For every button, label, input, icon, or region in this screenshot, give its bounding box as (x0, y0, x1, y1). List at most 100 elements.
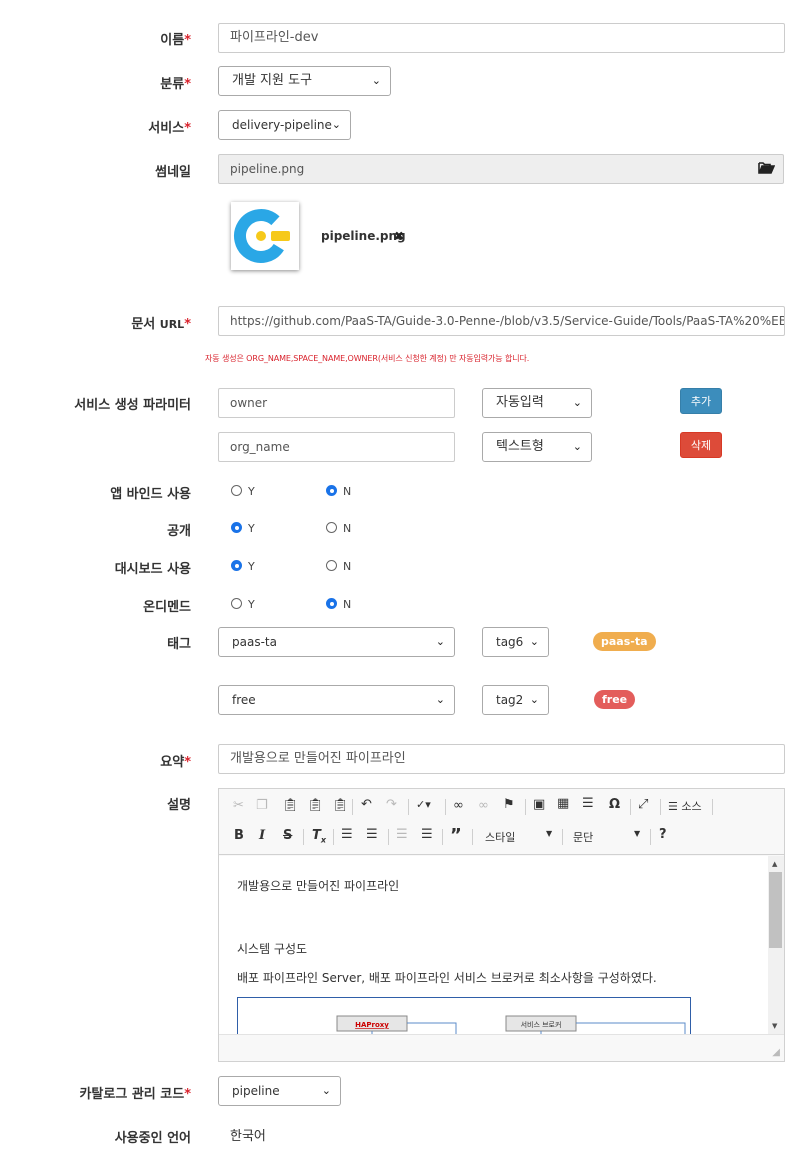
radio-circle (326, 598, 337, 609)
language-label: 사용중인 언어 (115, 1127, 191, 1146)
ondemand-label-text: 온디멘드 (143, 600, 191, 615)
tag-select-value: paas-ta (232, 635, 277, 649)
toolbar-separator (660, 799, 661, 815)
editor-content[interactable]: 개발용으로 만들어진 파이프라인 시스템 구성도 배포 파이프라인 Server… (219, 856, 768, 1034)
folder-open-icon[interactable] (749, 154, 784, 184)
summary-label-text: 요약 (160, 755, 185, 770)
doc-url-label: 문서 URL* (131, 313, 191, 332)
resize-handle-icon[interactable]: ◢ (772, 1047, 780, 1058)
ondemand-radio-yes[interactable]: Y (231, 598, 255, 611)
dashboard-radio-yes[interactable]: Y (231, 560, 255, 573)
cut-icon[interactable]: ✂ (233, 798, 244, 813)
tag-color-select[interactable]: tag2 ⌄ (482, 685, 549, 715)
toolbar-separator (472, 829, 473, 845)
required-mark: * (184, 121, 191, 136)
rich-text-editor[interactable]: ✂ ❐ 📋︎ 📋︎ 📋︎ ↶ ↷ ✓▾ ∞ ∞ ⚑ ▣ ▦ ☰ Ω ⤢ ☰ 소스… (218, 788, 785, 1062)
scrollbar-thumb[interactable] (769, 872, 782, 948)
chevron-down-icon: ⌄ (321, 1084, 331, 1097)
param-type-value: 자동입력 (496, 395, 544, 410)
dashboard-radio-no[interactable]: N (326, 560, 351, 573)
remove-format-icon[interactable]: Tx (312, 828, 326, 845)
anchor-flag-icon[interactable]: ⚑ (503, 797, 515, 812)
service-select[interactable]: delivery-pipeline ⌄ (218, 110, 351, 140)
copy-icon[interactable]: ❐ (256, 798, 268, 813)
name-label: 이름* (160, 29, 191, 48)
param-name-input[interactable]: org_name (218, 432, 455, 462)
ondemand-radio-no[interactable]: N (326, 598, 351, 611)
redo-icon[interactable]: ↷ (386, 797, 397, 812)
paste-text-icon[interactable]: 📋︎ (307, 798, 324, 813)
strikethrough-icon[interactable]: S (283, 828, 292, 843)
outdent-icon[interactable]: ☰ (396, 827, 408, 842)
doc-url-input[interactable]: https://github.com/PaaS-TA/Guide-3.0-Pen… (218, 306, 785, 336)
bold-icon[interactable]: B (234, 828, 244, 843)
param-name-input[interactable]: owner (218, 388, 455, 418)
italic-icon[interactable]: I (259, 828, 265, 843)
editor-footer: ◢ (219, 1034, 784, 1061)
bulleted-list-icon[interactable]: ☰ (366, 827, 378, 842)
tag-select[interactable]: free ⌄ (218, 685, 455, 715)
param-type-select[interactable]: 자동입력 ⌄ (482, 388, 592, 418)
paste-icon[interactable]: 📋︎ (282, 798, 299, 813)
radio-label: Y (248, 598, 255, 611)
thumbnail-label-text: 썸네일 (155, 165, 191, 180)
style-dropdown[interactable]: 스타일 (485, 829, 515, 845)
description-label-text: 설명 (167, 798, 191, 813)
app-bind-radio-yes[interactable]: Y (231, 485, 255, 498)
add-param-button[interactable]: 추가 (680, 388, 722, 414)
name-label-text: 이름 (160, 33, 185, 48)
delete-param-button[interactable]: 삭제 (680, 432, 722, 458)
public-radio-no[interactable]: N (326, 522, 351, 535)
image-icon[interactable]: ▣ (533, 797, 545, 812)
link-icon[interactable]: ∞ (453, 798, 464, 813)
tag-badge: free (594, 690, 636, 709)
category-select-value: 개발 지원 도구 (232, 73, 313, 88)
scroll-down-icon[interactable]: ▼ (772, 1022, 777, 1030)
remove-thumbnail-icon[interactable]: ✖ (394, 229, 404, 243)
ondemand-label: 온디멘드 (143, 596, 191, 615)
diagram-box-haproxy: HAProxy (355, 1021, 389, 1029)
param-type-select[interactable]: 텍스트형 ⌄ (482, 432, 592, 462)
tag-color-select[interactable]: tag6 ⌄ (482, 627, 549, 657)
numbered-list-icon[interactable]: ☰ (341, 827, 353, 842)
special-char-icon[interactable]: Ω (609, 797, 620, 812)
spellcheck-icon[interactable]: ✓▾ (416, 798, 431, 811)
name-input[interactable]: 파이프라인-dev (218, 23, 785, 53)
table-icon[interactable]: ▦ (557, 796, 569, 811)
doc-url-help-text: 자동 생성은 ORG_NAME,SPACE_NAME,OWNER(서비스 신청한… (205, 354, 530, 363)
required-mark: * (184, 1087, 191, 1102)
indent-icon[interactable]: ☰ (421, 827, 433, 842)
toolbar-separator (442, 829, 443, 845)
catalog-code-label: 카탈로그 관리 코드* (79, 1083, 191, 1102)
app-bind-radio-no[interactable]: N (326, 485, 351, 498)
dashboard-label-text: 대시보드 사용 (114, 562, 191, 577)
paste-word-icon[interactable]: 📋︎ (332, 798, 349, 813)
source-button[interactable]: ☰ 소스 (668, 798, 702, 814)
tag-badge: paas-ta (593, 632, 656, 651)
service-label: 서비스* (148, 117, 191, 136)
language-value: 한국어 (230, 1129, 266, 1144)
help-icon[interactable]: ? (659, 827, 667, 842)
summary-input[interactable]: 개발용으로 만들어진 파이프라인 (218, 744, 785, 774)
horizontal-rule-icon[interactable]: ☰ (582, 796, 594, 811)
radio-label: N (343, 598, 352, 611)
chevron-down-icon: ⌄ (529, 635, 539, 648)
pipeline-logo-icon (234, 209, 290, 263)
blockquote-icon[interactable]: ” (450, 825, 462, 846)
category-select[interactable]: 개발 지원 도구 ⌄ (218, 66, 391, 96)
thumbnail-input[interactable]: pipeline.png (218, 154, 750, 184)
maximize-icon[interactable]: ⤢ (638, 797, 648, 812)
format-dropdown[interactable]: 문단 (573, 829, 593, 845)
editor-scrollbar[interactable]: ▲ ▼ (768, 856, 784, 1034)
undo-icon[interactable]: ↶ (361, 797, 372, 812)
chevron-down-icon: ⌄ (572, 440, 582, 453)
unlink-icon[interactable]: ∞ (478, 798, 489, 813)
tag-select[interactable]: paas-ta ⌄ (218, 627, 455, 657)
scroll-up-icon[interactable]: ▲ (772, 860, 777, 868)
public-radio-yes[interactable]: Y (231, 522, 255, 535)
source-label: 소스 (681, 800, 702, 813)
summary-label: 요약* (160, 751, 191, 770)
catalog-code-select[interactable]: pipeline ⌄ (218, 1076, 341, 1106)
editor-paragraph: 배포 파이프라인 Server, 배포 파이프라인 서비스 브로커로 최소사항을… (237, 971, 657, 985)
radio-label: N (343, 560, 352, 573)
